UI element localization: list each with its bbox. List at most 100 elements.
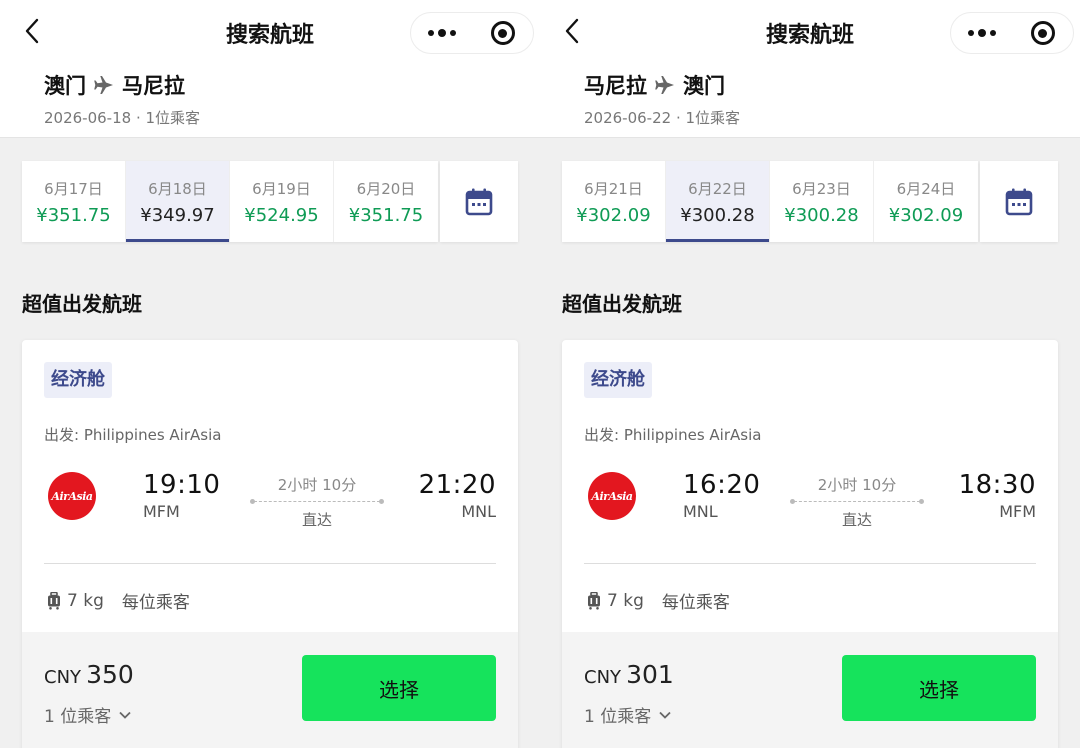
airplane-icon [653,73,677,97]
calendar-icon [465,188,493,215]
baggage-info: 7 kg 每位乘客 [46,588,190,613]
flight-duration: 2小时 10分 直达 [790,474,924,530]
target-circle-icon [490,21,515,45]
mini-program-capsule [410,12,534,54]
date-option[interactable]: 6月20日 ¥351.75 [334,161,438,242]
departure: 19:10 MFM [143,470,220,521]
carrier-label: 出发: Philippines AirAsia [44,426,222,444]
passenger-dropdown[interactable]: 1 位乘客 [584,702,671,727]
more-dot [989,30,996,36]
header: 搜索航班 澳门 马尼拉 2026-06-18 · 1位乘客 [0,0,540,138]
price-amount: 350 [86,660,134,689]
date-option[interactable]: 6月17日 ¥351.75 [22,161,126,242]
date-price: ¥349.97 [140,205,215,226]
route-line [250,497,384,507]
price-currency: CNY [44,667,82,688]
date-label: 6月17日 [44,180,103,198]
date-label: 6月20日 [356,180,416,198]
more-dots-icon [967,30,974,36]
luggage-icon [588,591,600,610]
departure-airport: MNL [683,502,718,521]
stops-label: 直达 [841,511,872,529]
calendar-icon [1005,188,1033,215]
date-label: 6月23日 [792,180,851,198]
flight-card[interactable]: 经济舱 出发: Philippines AirAsia AirAsia 16:2… [562,340,1058,748]
cabin-badge: 经济舱 [584,362,652,398]
date-selector: 6月21日 ¥302.09 6月22日 ¥300.28 6月23日 ¥300.2… [562,161,1058,242]
divider [584,563,1036,564]
arrival-airport: MFM [999,502,1036,521]
date-option[interactable]: 6月19日 ¥524.95 [230,161,334,242]
target-dot [498,28,507,38]
airline-logo: AirAsia [588,472,636,520]
calendar-button[interactable] [980,161,1058,242]
stops-label: 直达 [301,511,332,529]
flight-card[interactable]: 经济舱 出发: Philippines AirAsia AirAsia 19:1… [22,340,518,748]
price-currency: CNY [584,667,622,688]
date-option[interactable]: 6月24日 ¥302.09 [874,161,978,242]
arrival-time: 18:30 [958,470,1036,500]
date-option-selected[interactable]: 6月18日 ¥349.97 [126,161,230,242]
date-price: ¥351.75 [348,205,424,226]
date-price: ¥524.95 [244,205,319,226]
calendar-button[interactable] [440,161,518,242]
route-dot [250,499,255,504]
flight-duration: 2小时 10分 直达 [250,474,384,530]
date-price: ¥351.75 [36,205,111,226]
passenger-dropdown[interactable]: 1 位乘客 [44,702,131,727]
duration-label: 2小时 10分 [817,476,897,494]
date-label: 6月18日 [148,180,207,198]
date-price: ¥300.28 [784,205,859,226]
close-button[interactable] [1012,12,1073,54]
date-label: 6月19日 [252,180,311,198]
chevron-down-icon [119,711,131,719]
card-footer: CNY 350 1 位乘客 选择 [22,632,518,748]
more-dots-icon [427,30,434,36]
airplane-icon [92,73,116,97]
card-footer: CNY 301 1 位乘客 选择 [562,632,1058,748]
airline-logo-text: AirAsia [51,489,93,503]
price-amount: 301 [626,660,674,689]
search-screen-outbound: 搜索航班 澳门 马尼拉 2026-06-18 · 1位乘客 6月17日 ¥351… [0,0,540,748]
airline-logo-text: AirAsia [591,489,633,503]
trip-summary: 2026-06-18 · 1位乘客 [44,109,201,127]
section-title: 超值出发航班 [22,292,142,316]
close-button[interactable] [472,12,533,54]
target-circle-icon [1030,21,1055,45]
luggage-icon [48,591,60,610]
arrival: 18:30 MFM [959,470,1036,521]
route: 澳门 马尼拉 [44,70,185,100]
baggage-weight: 7 kg [67,590,104,611]
departure: 16:20 MNL [683,470,760,521]
chevron-down-icon [659,711,671,719]
destination-city: 马尼拉 [122,74,185,98]
date-price: ¥302.09 [888,205,964,226]
more-button[interactable] [411,12,472,54]
header: 搜索航班 马尼拉 澳门 2026-06-22 · 1位乘客 [540,0,1080,138]
search-screen-return: 搜索航班 马尼拉 澳门 2026-06-22 · 1位乘客 6月21日 ¥302… [540,0,1080,748]
more-button[interactable] [951,12,1012,54]
select-button[interactable]: 选择 [302,655,496,721]
baggage-weight: 7 kg [607,590,644,611]
airline-logo: AirAsia [48,472,96,520]
arrival-airport: MNL [461,502,496,521]
divider [44,563,496,564]
date-option[interactable]: 6月23日 ¥300.28 [770,161,874,242]
date-selector: 6月17日 ¥351.75 6月18日 ¥349.97 6月19日 ¥524.9… [22,161,518,242]
date-list: 6月17日 ¥351.75 6月18日 ¥349.97 6月19日 ¥524.9… [22,161,438,242]
date-option[interactable]: 6月21日 ¥302.09 [562,161,666,242]
route-dot [919,499,924,504]
price: CNY 301 [584,660,674,689]
duration-label: 2小时 10分 [277,476,357,494]
price: CNY 350 [44,660,134,689]
date-option-selected[interactable]: 6月22日 ¥300.28 [666,161,770,242]
departure-time: 19:10 [143,470,221,500]
carrier-label: 出发: Philippines AirAsia [584,426,762,444]
section-title: 超值出发航班 [562,292,682,316]
route-dot [379,499,384,504]
mini-program-capsule [950,12,1074,54]
baggage-note: 每位乘客 [121,593,190,613]
passenger-count: 1 位乘客 [44,707,112,727]
trip-summary: 2026-06-22 · 1位乘客 [584,109,741,127]
select-button[interactable]: 选择 [842,655,1036,721]
